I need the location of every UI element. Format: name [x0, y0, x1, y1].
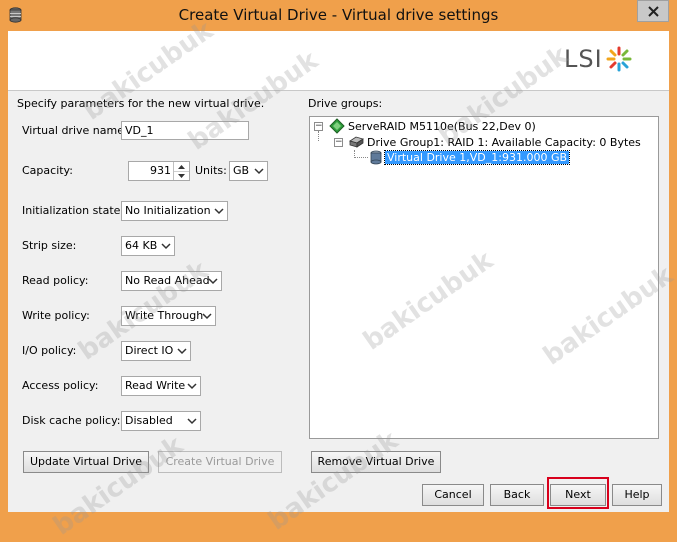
chevron-down-icon [202, 313, 212, 320]
capacity-label: Capacity: [22, 164, 73, 177]
io-policy-label: I/O policy: [22, 344, 77, 357]
io-policy-value: Direct IO [125, 344, 174, 357]
title-bar[interactable]: Create Virtual Drive - Virtual drive set… [0, 0, 677, 31]
access-policy-label: Access policy: [22, 379, 99, 392]
init-state-label: Initialization state: [22, 204, 125, 217]
chevron-down-icon [177, 348, 187, 355]
collapse-toggle-controller[interactable]: − [314, 122, 323, 131]
controller-icon [329, 118, 345, 134]
disk-cache-value: Disabled [125, 414, 173, 427]
access-policy-value: Read Write [125, 379, 186, 392]
strip-size-select[interactable]: 64 KB [121, 236, 175, 256]
down-arrow-icon [178, 173, 185, 178]
dialog-body: LSI Specify parameters for the new virtu… [8, 15, 677, 542]
window-title: Create Virtual Drive - Virtual drive set… [178, 6, 499, 24]
strip-size-label: Strip size: [22, 239, 77, 252]
tree-item-controller[interactable]: ServeRAID M5110e(Bus 22,Dev 0) [348, 120, 536, 133]
disk-cache-label: Disk cache policy: [22, 414, 121, 427]
logo-text: LSI [564, 45, 603, 73]
intro-text: Specify parameters for the new virtual d… [17, 97, 265, 110]
strip-size-value: 64 KB [125, 239, 158, 252]
up-arrow-icon [178, 164, 185, 169]
chevron-down-icon [214, 208, 224, 215]
chevron-down-icon [187, 418, 197, 425]
capacity-decrement[interactable] [174, 171, 189, 180]
remove-virtual-drive-button[interactable]: Remove Virtual Drive [311, 451, 441, 473]
chevron-down-icon [208, 278, 218, 285]
banner: LSI [8, 31, 669, 91]
collapse-toggle-drive-group[interactable]: − [334, 138, 343, 147]
help-button[interactable]: Help [612, 484, 662, 506]
virtual-drive-icon [370, 150, 382, 165]
drive-groups-tree[interactable]: − ServeRAID M5110e(Bus 22,Dev 0) − Drive… [309, 116, 659, 439]
io-policy-select[interactable]: Direct IO [121, 341, 191, 361]
drive-group-icon [349, 136, 364, 148]
init-state-select[interactable]: No Initialization [121, 201, 228, 221]
units-label: Units: [195, 164, 227, 177]
chevron-down-icon [187, 383, 197, 390]
drive-groups-label: Drive groups: [308, 97, 383, 110]
units-value: GB [233, 164, 250, 177]
cancel-button[interactable]: Cancel [422, 484, 484, 506]
virtual-drive-label: Virtual Drive 1,VD_1:931.000 GB [383, 150, 571, 165]
write-policy-value: Write Through [125, 309, 204, 322]
capacity-value: 931 [150, 164, 171, 177]
disk-cache-select[interactable]: Disabled [121, 411, 201, 431]
read-policy-select[interactable]: No Read Ahead [121, 271, 222, 291]
chevron-down-icon [254, 168, 264, 175]
vd-name-label: Virtual drive name: [22, 124, 128, 137]
watermark: bakicubuk [48, 430, 189, 542]
tree-item-drive-group[interactable]: Drive Group1: RAID 1: Available Capacity… [367, 136, 641, 149]
vd-name-input[interactable]: VD_1 [121, 121, 249, 140]
access-policy-select[interactable]: Read Write [121, 376, 201, 396]
lsi-logo: LSI [564, 45, 632, 73]
init-state-value: No Initialization [125, 204, 211, 217]
lsi-star-icon [606, 46, 632, 72]
next-button-highlight [547, 477, 609, 509]
read-policy-value: No Read Ahead [125, 274, 210, 287]
write-policy-select[interactable]: Write Through [121, 306, 216, 326]
capacity-spinner[interactable]: 931 [128, 161, 190, 181]
create-virtual-drive-window: Create Virtual Drive - Virtual drive set… [0, 0, 677, 542]
tree-item-virtual-drive[interactable]: Virtual Drive 1,VD_1:931.000 GB [383, 150, 571, 165]
read-policy-label: Read policy: [22, 274, 89, 287]
units-select[interactable]: GB [229, 161, 268, 181]
close-button[interactable] [637, 0, 669, 22]
update-virtual-drive-button[interactable]: Update Virtual Drive [23, 451, 149, 473]
write-policy-label: Write policy: [22, 309, 90, 322]
back-button[interactable]: Back [490, 484, 544, 506]
chevron-down-icon [161, 243, 171, 250]
close-icon [647, 5, 659, 17]
create-virtual-drive-button[interactable]: Create Virtual Drive [158, 451, 282, 473]
